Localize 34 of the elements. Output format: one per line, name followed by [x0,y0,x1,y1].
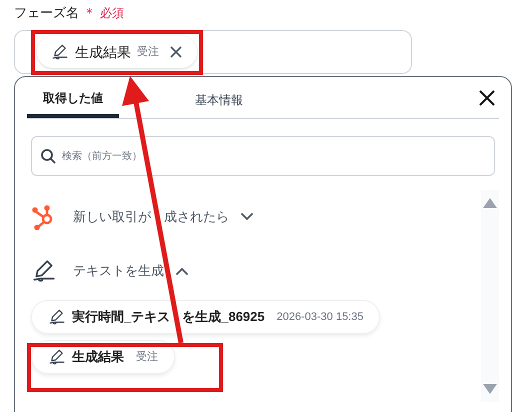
value-chip[interactable]: 実行時間_テキス を生成_86925 2026-03-30 15:35 [31,300,380,334]
chip-value: 2026-03-30 15:35 [276,310,364,325]
tab[interactable]: 基本情報 [179,77,259,118]
search-icon [40,148,56,164]
scroll-up-icon[interactable] [483,198,497,208]
group-title: 成されたら [164,208,229,226]
group-title: 新しい取引が [73,208,151,226]
field-label: フェーズ名 [14,4,79,22]
chevron-down-icon [241,213,253,221]
search-input[interactable]: 検索（前方一致） [62,148,486,164]
chevron-up-icon [176,267,188,275]
pen-icon [48,308,66,326]
tab[interactable]: 取得した値 [27,77,119,118]
pen-icon [48,348,66,366]
close-button[interactable] [479,90,495,106]
phase-name-field[interactable]: 生成結果 受注 [14,30,412,74]
group-header[interactable]: テキストを生成 [31,244,481,298]
close-icon [479,90,495,106]
group-header[interactable]: 新しい取引が 成されたら [31,190,481,244]
scroll-down-icon[interactable] [483,384,497,394]
chip-name: 実行時間_テキス [72,308,170,326]
scrollbar[interactable] [481,190,499,402]
chip-tag: 受注 [137,44,159,60]
required-mark: ＊ [83,4,96,22]
chip-value: 受注 [136,350,158,365]
required-label: 必須 [100,5,124,22]
chip-name: 生成結果 [72,348,124,366]
remove-button[interactable] [169,45,183,59]
close-icon [169,45,183,59]
search-field[interactable]: 検索（前方一致） [31,136,495,176]
chip-name: を生成_86925 [182,308,265,326]
chip-name: 生成結果 [75,42,131,62]
group-title: テキストを生成 [73,262,164,280]
pen-icon [51,43,69,61]
